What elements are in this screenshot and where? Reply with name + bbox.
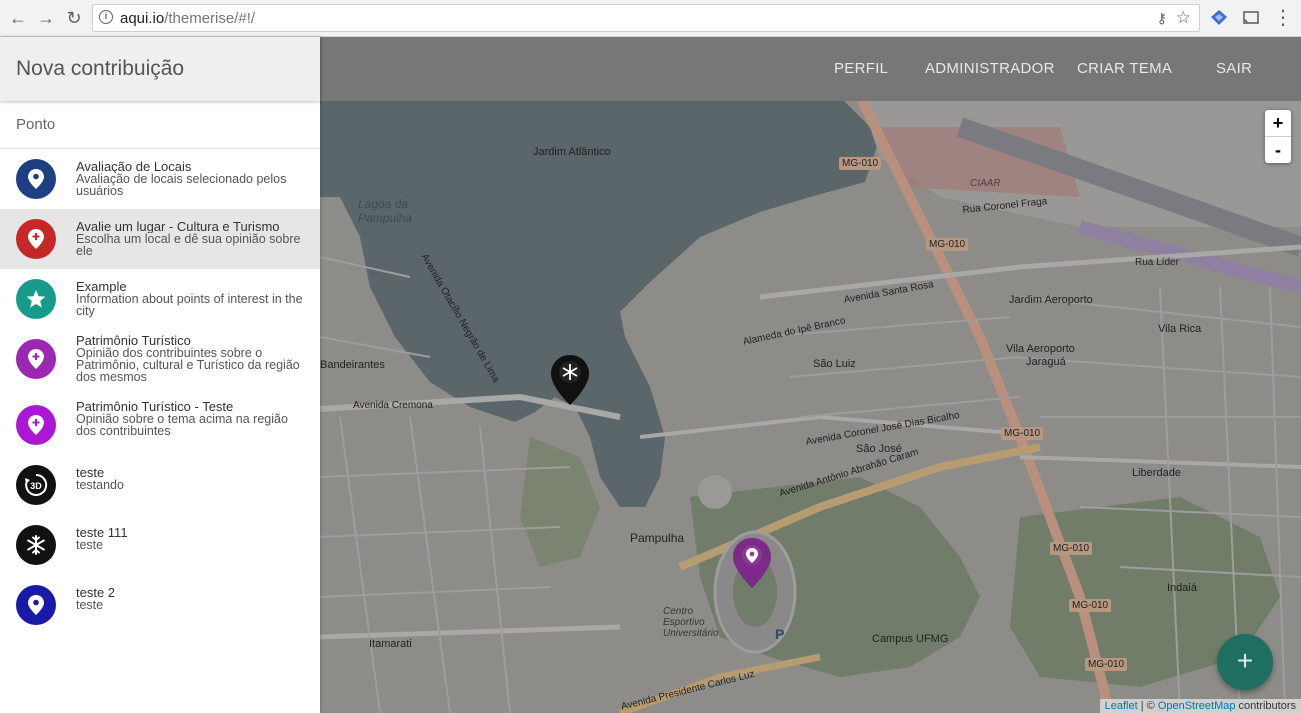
theme-description: Avaliação de locais selecionado pelos us… (76, 172, 287, 198)
extension-icon[interactable] (1209, 8, 1229, 28)
map-label: Lagoa da Pampulha (358, 197, 413, 225)
map-label: Jardim Aeroporto (1009, 294, 1093, 306)
menu-dots-icon[interactable]: ⋮ (1271, 6, 1295, 30)
map-label: Indaiá (1167, 582, 1197, 594)
map-label: Vila Rica (1158, 323, 1202, 335)
theme-title: teste 111 (76, 526, 128, 539)
svg-text:3D: 3D (30, 481, 42, 491)
key-icon[interactable]: ⚷ (1157, 10, 1167, 27)
zoom-out-button[interactable]: - (1265, 136, 1291, 163)
road-badge: MG-010 (1085, 658, 1128, 671)
site-info-icon[interactable]: i (99, 10, 113, 24)
theme-list-item[interactable]: Patrimônio Turístico - Teste Opinião sob… (0, 395, 320, 455)
road-badge: MG-010 (839, 157, 882, 170)
forward-arrow-icon[interactable]: → (34, 6, 58, 30)
url-text[interactable]: aqui.io/themerise/#!/ (120, 10, 255, 27)
map-marker-plus-icon (16, 219, 56, 259)
theme-list-item[interactable]: teste 2 teste (0, 575, 320, 635)
nav-criar-tema[interactable]: CRIAR TEMA (1077, 60, 1172, 77)
map-marker-plus-icon (16, 339, 56, 379)
road-badge: MG-010 (926, 238, 969, 251)
map-label: Pampulha (630, 531, 685, 545)
nav-administrador[interactable]: ADMINISTRADOR (925, 60, 1055, 77)
theme-title: teste 2 (76, 586, 116, 599)
map-marker-icon (16, 159, 56, 199)
reload-icon[interactable]: ↻ (62, 6, 86, 30)
browser-toolbar: ← → ↻ i aqui.io/themerise/#!/ ⚷ ☆ ⋮ (0, 0, 1301, 37)
top-nav-bar: PERFIL ADMINISTRADOR CRIAR TEMA SAIR (320, 37, 1301, 101)
road-badge: MG-010 (1001, 427, 1044, 440)
map-label: Bandeirantes (320, 359, 385, 371)
map-marker-purple[interactable] (733, 538, 771, 588)
contribution-sidebar: Nova contribuição Ponto Avaliação de Loc… (0, 37, 320, 713)
map-label: Liberdade (1132, 467, 1181, 479)
map-label: Centro Esportivo Universitário (663, 606, 719, 639)
theme-list-item[interactable]: Patrimônio Turístico Opinião dos contrib… (0, 329, 320, 395)
section-label: Ponto (16, 116, 56, 133)
map-attribution: Leaflet | © OpenStreetMap contributors (1099, 699, 1301, 713)
nav-perfil[interactable]: PERFIL (834, 60, 888, 77)
map-label: Campus UFMG (872, 633, 949, 645)
back-arrow-icon[interactable]: ← (6, 6, 30, 30)
theme-list-item[interactable]: 3D teste testando (0, 455, 320, 515)
theme-description: Escolha um local e dê sua opinião sobre … (76, 232, 301, 258)
map-label: Rua Líder (1135, 257, 1179, 268)
theme-description: Opinião sobre o tema acima na região dos… (76, 412, 288, 438)
zoom-in-button[interactable]: + (1265, 110, 1291, 136)
map-label: São Luiz (813, 358, 856, 370)
bookmark-star-icon[interactable]: ☆ (1176, 8, 1191, 28)
sidebar-title: Nova contribuição (16, 57, 185, 80)
nav-sair[interactable]: SAIR (1216, 60, 1252, 77)
map-label: Vila Aeroporto (1006, 343, 1075, 355)
theme-description: testando (76, 478, 124, 492)
theme-list-item[interactable]: Avalie um lugar - Cultura e Turismo Esco… (0, 209, 320, 269)
leaflet-link[interactable]: Leaflet (1105, 700, 1138, 712)
sidebar-header: Nova contribuição (0, 37, 320, 101)
road-badge: MG-010 (1069, 599, 1112, 612)
map-marker-plus-icon (16, 405, 56, 445)
parking-icon: P (775, 626, 785, 642)
map-tiles[interactable] (320, 37, 1301, 713)
address-bar[interactable]: i aqui.io/themerise/#!/ ⚷ ☆ (92, 4, 1200, 32)
zoom-control: + - (1265, 110, 1291, 163)
map-marker-icon (16, 585, 56, 625)
map-view[interactable]: Lagoa da Pampulha Pampulha Campus UFMG J… (320, 37, 1301, 713)
theme-list-item[interactable]: Example Information about points of inte… (0, 269, 320, 329)
cast-icon[interactable] (1241, 8, 1261, 28)
map-label: Jardim Atlântico (533, 146, 611, 158)
theme-description: Information about points of interest in … (76, 292, 303, 318)
add-contribution-button[interactable]: + (1217, 634, 1273, 690)
map-label: CIAAR (970, 178, 1001, 189)
theme-list-item[interactable]: Avaliação de Locais Avaliação de locais … (0, 149, 320, 209)
map-marker-snowflake[interactable] (551, 355, 589, 405)
star-icon (16, 279, 56, 319)
snowflake-icon (16, 525, 56, 565)
rotate-3d-icon: 3D (16, 465, 56, 505)
road-badge: MG-010 (1050, 542, 1093, 555)
theme-description: teste (76, 598, 104, 612)
map-label: Itamarati (369, 638, 412, 650)
theme-description: teste (76, 538, 104, 552)
theme-description: Opinião dos contribuintes sobre o Patrim… (76, 346, 300, 384)
map-label: Jaraguá (1026, 356, 1066, 368)
theme-list-item[interactable]: teste 111 teste (0, 515, 320, 575)
theme-list: Avaliação de Locais Avaliação de locais … (0, 149, 320, 635)
osm-link[interactable]: OpenStreetMap (1158, 700, 1236, 712)
map-label: Avenida Cremona (353, 400, 433, 411)
